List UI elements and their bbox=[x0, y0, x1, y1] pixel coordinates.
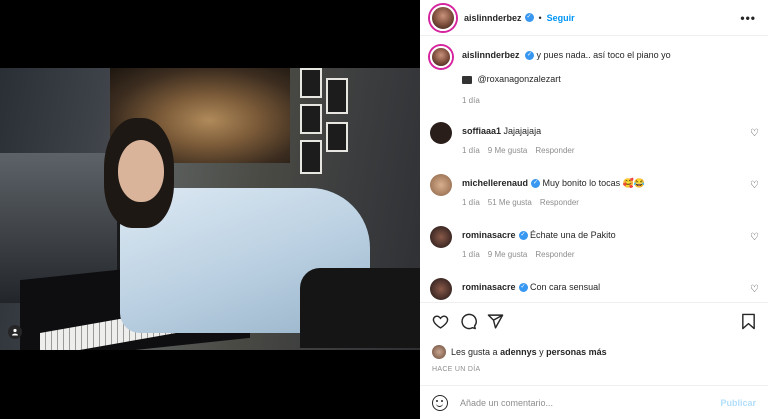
comment-item: soffiaaa1 Jajajajaja 1 día 9 Me gusta Resp… bbox=[430, 122, 760, 155]
comment-text: Muy bonito lo tocas 🥰😂 bbox=[542, 178, 646, 188]
verified-icon: ✓ bbox=[531, 179, 541, 189]
like-comment-icon[interactable]: ♡ bbox=[750, 181, 760, 191]
comment-time[interactable]: 1 día bbox=[462, 146, 480, 155]
more-options-icon[interactable]: ••• bbox=[740, 11, 756, 25]
credit-mention[interactable]: @roxanagonzalezart bbox=[478, 74, 561, 84]
like-comment-icon[interactable]: ♡ bbox=[750, 285, 760, 295]
verified-icon: ✓ bbox=[525, 51, 535, 61]
verified-icon: ✓ bbox=[524, 13, 534, 22]
commenter-avatar[interactable] bbox=[430, 226, 452, 248]
comment-item: michellerenaud ✓ Muy bonito lo tocas 🥰😂 1… bbox=[430, 174, 760, 207]
verified-icon: ✓ bbox=[518, 231, 528, 241]
publish-button[interactable]: Publicar bbox=[720, 398, 756, 408]
reply-button[interactable]: Responder bbox=[540, 198, 579, 207]
comment-time[interactable]: 1 día bbox=[462, 250, 480, 259]
post-header: aislinnderbez ✓ • Seguir ••• bbox=[420, 0, 768, 36]
comments-list[interactable]: aislinnderbez ✓ y pues nada.. así toco e… bbox=[420, 36, 768, 302]
commenter-avatar[interactable] bbox=[430, 174, 452, 196]
wall-frame bbox=[326, 122, 348, 152]
comment-text: Jajajajaja bbox=[503, 126, 542, 136]
comment-composer: Publicar bbox=[420, 385, 768, 419]
commenter-username[interactable]: rominasacre bbox=[462, 282, 516, 292]
camera-icon bbox=[462, 75, 472, 84]
black-skirt bbox=[300, 268, 420, 348]
comment-likes[interactable]: 51 Me gusta bbox=[488, 198, 532, 207]
comment-input[interactable] bbox=[460, 397, 721, 408]
emoji-icon[interactable] bbox=[432, 394, 448, 411]
likes-summary[interactable]: Les gusta a adennys y personas más bbox=[432, 345, 607, 359]
likes-others[interactable]: personas más bbox=[546, 347, 607, 357]
user-tags-icon[interactable] bbox=[8, 325, 22, 339]
comment-text: Échate una de Pakito bbox=[530, 230, 616, 240]
post-panel: aislinnderbez ✓ • Seguir ••• aislinnderb… bbox=[420, 0, 768, 419]
post-timestamp[interactable]: HACE UN DÍA bbox=[432, 366, 480, 373]
comment-time[interactable]: 1 día bbox=[462, 198, 480, 207]
comment-icon[interactable] bbox=[460, 313, 477, 333]
verified-icon: ✓ bbox=[518, 283, 528, 293]
like-comment-icon[interactable]: ♡ bbox=[750, 233, 760, 243]
post-caption: aislinnderbez ✓ y pues nada.. así toco e… bbox=[430, 46, 750, 105]
wall-frame bbox=[326, 78, 348, 114]
save-bookmark-icon[interactable] bbox=[741, 313, 756, 333]
wall-frame bbox=[300, 104, 322, 134]
post-photo[interactable] bbox=[0, 68, 420, 350]
comment-text: Con cara sensual bbox=[530, 282, 601, 292]
wall-frame bbox=[300, 140, 322, 174]
likes-prefix: Les gusta a bbox=[451, 347, 498, 357]
comment-item: rominasacre ✓ Échate una de Pakito 1 día 9… bbox=[430, 226, 760, 259]
person-face bbox=[118, 140, 164, 202]
reply-button[interactable]: Responder bbox=[535, 146, 574, 155]
commenter-avatar[interactable] bbox=[430, 122, 452, 144]
like-icon[interactable] bbox=[432, 313, 449, 333]
post-actions: Les gusta a adennys y personas más HACE … bbox=[420, 302, 768, 418]
caption-avatar[interactable] bbox=[430, 46, 452, 68]
post-media[interactable] bbox=[0, 0, 420, 419]
commenter-username[interactable]: rominasacre bbox=[462, 230, 516, 240]
caption-text: y pues nada.. así toco el piano yo bbox=[536, 50, 671, 60]
comment-likes[interactable]: 9 Me gusta bbox=[488, 250, 528, 259]
comment-likes[interactable]: 9 Me gusta bbox=[488, 146, 528, 155]
separator-dot: • bbox=[538, 12, 542, 23]
commenter-username[interactable]: michellerenaud bbox=[462, 178, 528, 188]
commenter-username[interactable]: soffiaaa1 bbox=[462, 126, 501, 136]
like-comment-icon[interactable]: ♡ bbox=[750, 129, 760, 139]
caption-username[interactable]: aislinnderbez bbox=[462, 50, 520, 60]
commenter-avatar[interactable] bbox=[430, 278, 452, 300]
reply-button[interactable]: Responder bbox=[535, 250, 574, 259]
comment-item: rominasacre ✓ Con cara sensual ♡ bbox=[430, 278, 760, 300]
liker-username[interactable]: adennys bbox=[500, 347, 537, 357]
liker-avatar bbox=[432, 345, 446, 359]
share-icon[interactable] bbox=[487, 313, 504, 333]
follow-button[interactable]: Seguir bbox=[547, 13, 575, 23]
wall-frame bbox=[300, 68, 322, 98]
caption-time[interactable]: 1 día bbox=[462, 96, 480, 105]
author-username[interactable]: aislinnderbez bbox=[464, 13, 522, 23]
likes-and: y bbox=[539, 347, 544, 357]
author-avatar[interactable] bbox=[430, 4, 456, 31]
